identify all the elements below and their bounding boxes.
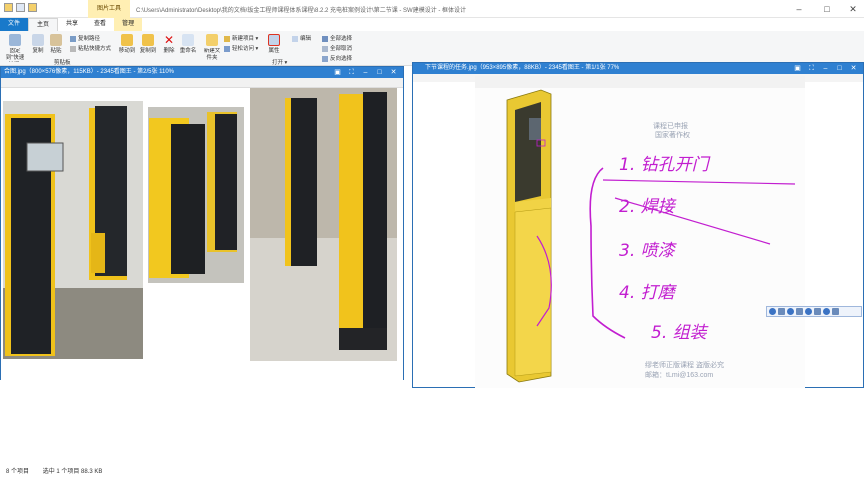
- easy-access-icon: [224, 45, 230, 52]
- new-folder-button[interactable]: 新建文件夹: [202, 34, 222, 62]
- item-count: 8 个项目: [6, 469, 30, 475]
- maximize-button[interactable]: □: [820, 4, 834, 14]
- new-item-button[interactable]: 新建项目 ▾: [224, 34, 258, 42]
- clipboard-group-label: 剪贴板: [54, 60, 71, 66]
- viewer2-fullscreen-icon[interactable]: ⛶: [805, 63, 818, 74]
- explorer-titlebar: 图片工具 C:\Users\Administrator\Desktop\我的文档…: [0, 0, 864, 18]
- viewer1-fullscreen-icon[interactable]: ⛶: [345, 67, 358, 78]
- pin-label: 固定到"快速访问": [5, 48, 25, 61]
- tab-view[interactable]: 查看: [86, 18, 114, 31]
- viewer1-image: [1, 88, 403, 380]
- viewer1-pin-icon[interactable]: ▣: [331, 67, 344, 78]
- select-none-icon: [322, 45, 328, 52]
- handwriting-item-3: 3. 喷漆: [619, 241, 678, 261]
- paste-shortcut-icon: [70, 45, 76, 52]
- settings-icon[interactable]: [832, 308, 839, 315]
- handwriting-item-4: 4. 打磨: [619, 283, 678, 303]
- copy-button[interactable]: 复制: [30, 34, 46, 55]
- select-all-button[interactable]: 全部选择: [322, 34, 352, 42]
- copy-to-button[interactable]: 复制到: [139, 34, 157, 55]
- viewer1-close-button[interactable]: ✕: [387, 67, 400, 78]
- image-viewer-window-2[interactable]: 下节课程的任务.jpg（953×895像素，88KB）- 2345看图王 - 第…: [412, 62, 864, 388]
- copy-to-icon: [142, 34, 154, 46]
- shape-tool-icon[interactable]: [814, 308, 821, 315]
- folder-icon[interactable]: [4, 3, 13, 12]
- tab-share[interactable]: 共享: [58, 18, 86, 31]
- new-item-icon: [224, 35, 230, 42]
- quick-access-toolbar[interactable]: [4, 3, 37, 12]
- rename-button[interactable]: 重命名: [179, 34, 197, 55]
- viewer1-toolbar: [1, 78, 403, 88]
- minimize-button[interactable]: –: [792, 4, 806, 14]
- viewer2-close-button[interactable]: ✕: [847, 63, 860, 74]
- viewer2-maximize-button[interactable]: □: [833, 63, 846, 74]
- tab-manage[interactable]: 管理: [114, 18, 143, 31]
- close-button[interactable]: ✕: [846, 4, 860, 15]
- move-to-button[interactable]: 移动到: [118, 34, 136, 55]
- watermark-bottom-line2: 邮箱：tLmi@163.com: [645, 370, 713, 379]
- pin-quick-access-button[interactable]: 固定到"快速访问": [4, 34, 26, 62]
- ribbon-tabs: 文件 主页 共享 查看 管理: [0, 18, 864, 31]
- selection-info: 选中 1 个项目 88.3 KB: [42, 469, 103, 475]
- image-viewer-window-1[interactable]: 合图.jpg（800×576像素，115KB）- 2345看图王 - 第2/5张…: [0, 66, 404, 380]
- pen-tool-icon[interactable]: [796, 308, 803, 315]
- viewer1-maximize-button[interactable]: □: [373, 67, 386, 78]
- invert-icon: [322, 55, 328, 62]
- watermark-bottom-line1: 缪老师正版课程 盗版必究: [645, 360, 724, 369]
- edit-icon: [292, 35, 298, 42]
- copy-path-icon: [70, 35, 76, 42]
- picture-tools-context-tab[interactable]: 图片工具: [88, 0, 130, 18]
- ribbon: 固定到"快速访问" 复制 粘贴 复制路径 粘贴快捷方式 移动到 复制到 ✕ 删除…: [0, 31, 864, 66]
- handwriting-item-2: 2. 焊接: [619, 197, 677, 217]
- properties-icon: [268, 34, 280, 46]
- invert-selection-button[interactable]: 反向选择: [322, 54, 352, 62]
- viewer2-image: 课程已申报 国家著作权 缪老师正版课程 盗版必究 邮箱：tLmi@163.com…: [475, 76, 805, 388]
- tab-file[interactable]: 文件: [0, 18, 29, 31]
- watermark-top-line2: 国家著作权: [655, 130, 690, 139]
- paste-shortcut-button[interactable]: 粘贴快捷方式: [70, 44, 111, 52]
- delete-button[interactable]: ✕ 删除: [161, 34, 177, 55]
- explorer-status-bar: 8 个项目 选中 1 个项目 88.3 KB: [0, 466, 864, 478]
- new-folder-icon: [206, 34, 218, 46]
- annotation-floating-toolbar[interactable]: [766, 306, 862, 317]
- eraser-icon[interactable]: [805, 308, 812, 315]
- handwriting-item-5: 5. 组装: [651, 323, 709, 343]
- tab-home[interactable]: 主页: [28, 18, 59, 31]
- watermark-top-line1: 课程已申报: [653, 121, 688, 130]
- rename-icon: [182, 34, 194, 46]
- paste-button[interactable]: 粘贴: [48, 34, 64, 55]
- paste-icon: [50, 34, 62, 46]
- cad-screen: [529, 118, 541, 140]
- handwriting-item-1: 1. 钻孔开门: [619, 155, 711, 175]
- viewer1-minimize-button[interactable]: –: [359, 67, 372, 78]
- select-all-icon: [322, 35, 328, 42]
- color-picker-icon[interactable]: [823, 308, 830, 315]
- window-title-path: C:\Users\Administrator\Desktop\我的文档\钣金工程…: [136, 8, 467, 14]
- undo-icon[interactable]: [787, 308, 794, 315]
- properties-icon[interactable]: [16, 3, 25, 12]
- copy-icon: [32, 34, 44, 46]
- open-button[interactable]: 打开 ▾: [272, 58, 287, 66]
- copy-path-button[interactable]: 复制路径: [70, 34, 100, 42]
- viewer2-pin-icon[interactable]: ▣: [791, 63, 804, 74]
- text-tool-icon[interactable]: [778, 308, 785, 315]
- new-folder-icon[interactable]: [28, 3, 37, 12]
- pin-icon: [9, 34, 21, 46]
- easy-access-button[interactable]: 轻松访问 ▾: [224, 44, 258, 52]
- properties-button[interactable]: 属性: [266, 34, 282, 55]
- delete-x-icon: ✕: [163, 33, 175, 47]
- select-none-button[interactable]: 全部取消: [322, 44, 352, 52]
- move-to-icon: [121, 34, 133, 46]
- viewer2-minimize-button[interactable]: –: [819, 63, 832, 74]
- edit-button[interactable]: 编辑: [292, 34, 311, 42]
- record-icon[interactable]: [769, 308, 776, 315]
